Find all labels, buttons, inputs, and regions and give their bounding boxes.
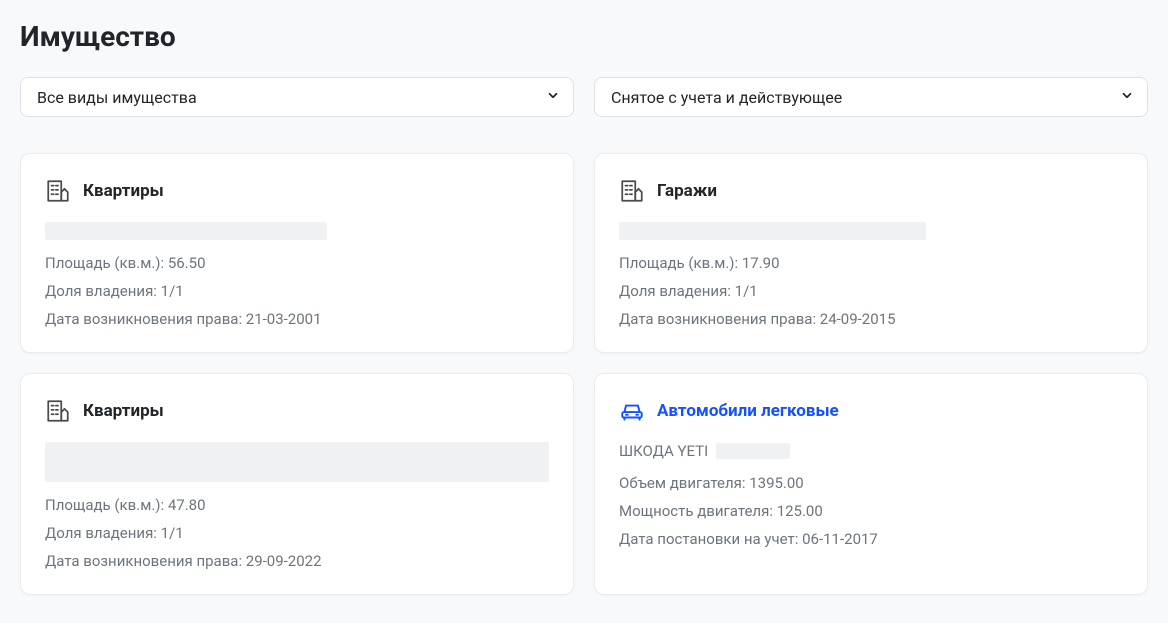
property-value: 06-11-2017 [802, 530, 878, 548]
property-row: Доля владения: 1/1 [45, 282, 549, 300]
card-header: Квартиры [45, 178, 549, 204]
property-list: Площадь (кв.м.): 47.80 Доля владения: 1/1… [45, 496, 549, 570]
property-label: Площадь (кв.м.) [45, 496, 161, 514]
status-select[interactable]: Снятое с учета и действующее [594, 77, 1148, 117]
card-title: Квартиры [83, 401, 164, 421]
property-type-select[interactable]: Все виды имущества [20, 77, 574, 117]
property-card: Квартиры Площадь (кв.м.): 56.50 Доля владе… [20, 153, 574, 353]
property-label: Дата постановки на учет [619, 530, 795, 548]
property-label: Дата возникновения права [45, 310, 238, 328]
property-value: 1/1 [161, 282, 184, 300]
property-label: Доля владения [619, 282, 727, 300]
card-header: Автомобили легковые [619, 398, 1123, 424]
property-card: Гаражи Площадь (кв.м.): 17.90 Доля владени… [594, 153, 1148, 353]
building-icon [45, 398, 71, 424]
status-selected-label: Снятое с учета и действующее [611, 88, 842, 107]
property-value: 1/1 [161, 524, 184, 542]
building-icon [45, 178, 71, 204]
property-value: 56.50 [168, 254, 206, 272]
property-value: 17.90 [742, 254, 780, 272]
property-type-select-wrap: Все виды имущества [20, 77, 574, 117]
sub-line-text: ШКОДА YETI [619, 442, 708, 460]
property-value: 24-09-2015 [820, 310, 896, 328]
property-row: Площадь (кв.м.): 17.90 [619, 254, 1123, 272]
redacted-placeholder [716, 443, 790, 459]
property-label: Мощность двигателя [619, 502, 769, 520]
separator: : [153, 524, 160, 542]
card-title-link[interactable]: Автомобили легковые [657, 401, 839, 421]
separator: : [161, 496, 168, 514]
property-label: Площадь (кв.м.) [45, 254, 161, 272]
property-row: Доля владения: 1/1 [619, 282, 1123, 300]
property-row: Дата возникновения права: 24-09-2015 [619, 310, 1123, 328]
separator: : [769, 502, 776, 520]
card-header: Квартиры [45, 398, 549, 424]
property-value: 125.00 [777, 502, 823, 520]
separator: : [812, 310, 819, 328]
property-value: 1395.00 [749, 474, 804, 492]
property-label: Доля владения [45, 282, 153, 300]
redacted-placeholder [45, 442, 549, 482]
property-row: Площадь (кв.м.): 47.80 [45, 496, 549, 514]
property-row: Дата постановки на учет: 06-11-2017 [619, 530, 1123, 548]
separator: : [153, 282, 160, 300]
property-label: Дата возникновения права [45, 552, 238, 570]
property-value: 47.80 [168, 496, 206, 514]
car-icon [619, 398, 645, 424]
status-select-wrap: Снятое с учета и действующее [594, 77, 1148, 117]
filters-row: Все виды имущества Снятое с учета и дейс… [20, 77, 1148, 117]
property-label: Доля владения [45, 524, 153, 542]
property-value: 21-03-2001 [246, 310, 322, 328]
property-row: Дата возникновения права: 21-03-2001 [45, 310, 549, 328]
property-label: Объем двигателя [619, 474, 742, 492]
separator: : [727, 282, 734, 300]
property-card: Автомобили легковые ШКОДА YETI Объем двига… [594, 373, 1148, 595]
property-row: Мощность двигателя: 125.00 [619, 502, 1123, 520]
property-list: Площадь (кв.м.): 17.90 Доля владения: 1/1… [619, 254, 1123, 328]
separator: : [238, 310, 245, 328]
property-label: Площадь (кв.м.) [619, 254, 735, 272]
building-icon [619, 178, 645, 204]
property-list: Объем двигателя: 1395.00 Мощность двигате… [619, 474, 1123, 548]
property-row: Объем двигателя: 1395.00 [619, 474, 1123, 492]
redacted-placeholder [619, 222, 926, 240]
property-value: 1/1 [735, 282, 758, 300]
property-card: Квартиры Площадь (кв.м.): 47.80 Доля владе… [20, 373, 574, 595]
page-title: Имущество [20, 20, 1148, 53]
card-title: Гаражи [657, 181, 717, 201]
card-title: Квартиры [83, 181, 164, 201]
property-list: Площадь (кв.м.): 56.50 Доля владения: 1/1… [45, 254, 549, 328]
property-value: 29-09-2022 [246, 552, 322, 570]
property-row: Доля владения: 1/1 [45, 524, 549, 542]
sub-line: ШКОДА YETI [619, 442, 1123, 460]
property-type-selected-label: Все виды имущества [37, 88, 197, 107]
cards-grid: Квартиры Площадь (кв.м.): 56.50 Доля владе… [20, 153, 1148, 595]
card-header: Гаражи [619, 178, 1123, 204]
property-row: Дата возникновения права: 29-09-2022 [45, 552, 549, 570]
separator: : [161, 254, 168, 272]
separator: : [238, 552, 245, 570]
redacted-placeholder [45, 222, 327, 240]
property-label: Дата возникновения права [619, 310, 812, 328]
property-row: Площадь (кв.м.): 56.50 [45, 254, 549, 272]
separator: : [735, 254, 742, 272]
